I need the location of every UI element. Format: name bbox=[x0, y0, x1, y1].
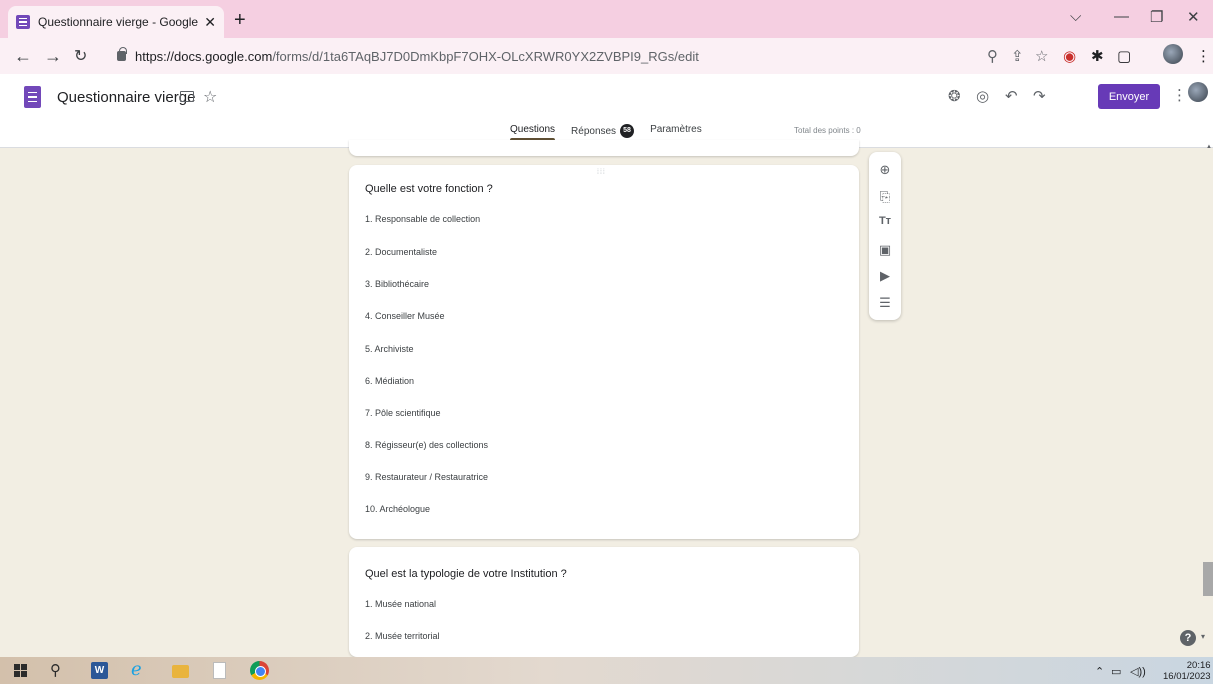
palette-icon[interactable]: ❂ bbox=[948, 87, 961, 105]
add-question-icon[interactable]: ⊕ bbox=[869, 162, 901, 178]
option-item[interactable]: 9. Restaurateur / Restauratrice bbox=[365, 472, 488, 482]
taskbar-search-icon[interactable]: ⚲ bbox=[50, 661, 67, 679]
option-item[interactable]: 1. Responsable de collection bbox=[365, 214, 480, 224]
volume-icon[interactable]: ◁)) bbox=[1130, 665, 1146, 678]
forms-header: Questionnaire vierge ☆ ❂ ◎ ↶ ↷ Envoyer ⋮… bbox=[0, 74, 1213, 148]
preview-eye-icon[interactable]: ◎ bbox=[976, 87, 989, 105]
word-icon[interactable]: W bbox=[91, 662, 108, 679]
total-points: Total des points : 0 bbox=[794, 126, 861, 135]
help-chevron-icon[interactable]: ▾ bbox=[1201, 632, 1205, 641]
option-item[interactable]: 5. Archiviste bbox=[365, 344, 414, 354]
clock-date: 16/01/2023 bbox=[1163, 671, 1211, 682]
browser-tab-strip: Questionnaire vierge - Google Fo ✕ + ⌵ —… bbox=[0, 0, 1213, 38]
taskbar-clock[interactable]: 20:16 16/01/2023 bbox=[1163, 660, 1211, 682]
extensions-puzzle-icon[interactable]: ✱ bbox=[1091, 47, 1104, 65]
windows-taskbar: ⚲ W ℯ ⌃ ▭ ◁)) 20:16 16/01/2023 bbox=[0, 657, 1213, 684]
more-options-icon[interactable]: ⋮ bbox=[1172, 86, 1187, 104]
bookmark-star-icon[interactable]: ☆ bbox=[1035, 47, 1048, 65]
option-item[interactable]: 10. Archéologue bbox=[365, 504, 430, 514]
option-item[interactable]: 3. Bibliothécaire bbox=[365, 279, 429, 289]
question-title[interactable]: Quel est la typologie de votre Instituti… bbox=[365, 568, 567, 580]
tab-settings[interactable]: Paramètres bbox=[650, 124, 702, 141]
zoom-icon[interactable]: ⚲ bbox=[987, 47, 998, 65]
star-icon[interactable]: ☆ bbox=[203, 87, 217, 107]
address-bar[interactable]: https://docs.google.com /forms/d/1ta6TAq… bbox=[110, 43, 1020, 69]
add-section-icon[interactable]: ☰ bbox=[869, 295, 901, 311]
import-questions-icon[interactable]: ⎘ bbox=[869, 189, 901, 205]
undo-icon[interactable]: ↶ bbox=[1005, 87, 1018, 105]
previous-question-card[interactable] bbox=[349, 140, 859, 156]
floating-toolbar: ⊕ ⎘ Tт ▣ ▶ ☰ bbox=[869, 152, 901, 320]
form-title[interactable]: Questionnaire vierge bbox=[57, 89, 195, 106]
back-icon[interactable]: ← bbox=[14, 46, 32, 67]
forms-logo-icon[interactable] bbox=[24, 86, 41, 108]
option-item[interactable]: 7. Pôle scientifique bbox=[365, 408, 441, 418]
responses-count-badge: 58 bbox=[620, 124, 635, 138]
document-icon[interactable] bbox=[213, 662, 226, 679]
option-item[interactable]: 1. Musée national bbox=[365, 599, 436, 609]
tab-close-icon[interactable]: ✕ bbox=[204, 14, 216, 31]
tab-questions[interactable]: Questions bbox=[510, 124, 556, 141]
file-explorer-icon[interactable] bbox=[172, 665, 189, 678]
tab-responses-label: Réponses bbox=[571, 125, 617, 137]
new-tab-icon[interactable]: + bbox=[234, 9, 246, 32]
add-title-icon[interactable]: Tт bbox=[869, 215, 901, 227]
add-video-icon[interactable]: ▶ bbox=[869, 268, 901, 284]
forms-favicon-icon bbox=[16, 15, 30, 29]
clock-time: 20:16 bbox=[1186, 660, 1211, 671]
scroll-up-arrow-icon[interactable]: ▲ bbox=[1206, 144, 1212, 150]
folder-icon[interactable] bbox=[180, 91, 194, 102]
drag-handle-icon[interactable]: ⁞⁞⁞ bbox=[597, 169, 606, 176]
reload-icon[interactable]: ↻ bbox=[74, 46, 87, 66]
network-icon[interactable]: ▭ bbox=[1111, 665, 1121, 678]
share-icon[interactable]: ⇪ bbox=[1011, 47, 1024, 65]
close-window-icon[interactable]: ✕ bbox=[1187, 8, 1200, 26]
side-panel-icon[interactable]: ▢ bbox=[1117, 47, 1131, 65]
extension-icon[interactable]: ◉ bbox=[1063, 47, 1076, 65]
option-item[interactable]: 6. Médiation bbox=[365, 376, 414, 386]
chrome-icon[interactable] bbox=[250, 661, 269, 680]
browser-tab[interactable]: Questionnaire vierge - Google Fo ✕ bbox=[8, 6, 224, 38]
tray-chevron-icon[interactable]: ⌃ bbox=[1095, 665, 1104, 678]
option-item[interactable]: 4. Conseiller Musée bbox=[365, 311, 445, 321]
url-path: /forms/d/1ta6TAqBJ7D0DmKbpF7OHX-OLcXRWR0… bbox=[272, 48, 699, 64]
option-item[interactable]: 2. Documentaliste bbox=[365, 247, 437, 257]
windows-start-icon[interactable] bbox=[14, 664, 27, 677]
browser-toolbar: ← → ↻ https://docs.google.com /forms/d/1… bbox=[0, 38, 1213, 74]
tab-questions-label: Questions bbox=[510, 124, 556, 135]
send-button[interactable]: Envoyer bbox=[1098, 84, 1160, 109]
profile-avatar[interactable] bbox=[1163, 44, 1183, 64]
url-host: https://docs.google.com bbox=[135, 48, 273, 64]
forward-icon[interactable]: → bbox=[44, 46, 62, 67]
edge-browser-icon[interactable]: ℯ bbox=[131, 659, 148, 679]
option-item[interactable]: 8. Régisseur(e) des collections bbox=[365, 440, 488, 450]
option-item[interactable]: 2. Musée territorial bbox=[365, 631, 440, 641]
redo-icon[interactable]: ↷ bbox=[1033, 87, 1046, 105]
help-icon[interactable]: ? bbox=[1180, 630, 1196, 646]
tab-settings-label: Paramètres bbox=[650, 124, 702, 135]
lock-icon bbox=[117, 47, 127, 61]
browser-menu-icon[interactable]: ⋮ bbox=[1196, 47, 1211, 65]
tab-search-chevron-icon[interactable]: ⌵ bbox=[1070, 8, 1081, 25]
tab-title: Questionnaire vierge - Google Fo bbox=[38, 15, 199, 29]
minimize-icon[interactable]: — bbox=[1114, 8, 1129, 25]
question-card[interactable]: Quel est la typologie de votre Instituti… bbox=[349, 547, 859, 657]
question-title[interactable]: Quelle est votre fonction ? bbox=[365, 183, 493, 195]
restore-icon[interactable]: ❐ bbox=[1150, 8, 1163, 26]
question-card[interactable]: ⁞⁞⁞ Quelle est votre fonction ? 1. Respo… bbox=[349, 165, 859, 539]
add-image-icon[interactable]: ▣ bbox=[869, 242, 901, 258]
scrollbar-thumb[interactable] bbox=[1203, 562, 1213, 596]
account-avatar[interactable] bbox=[1188, 82, 1208, 102]
